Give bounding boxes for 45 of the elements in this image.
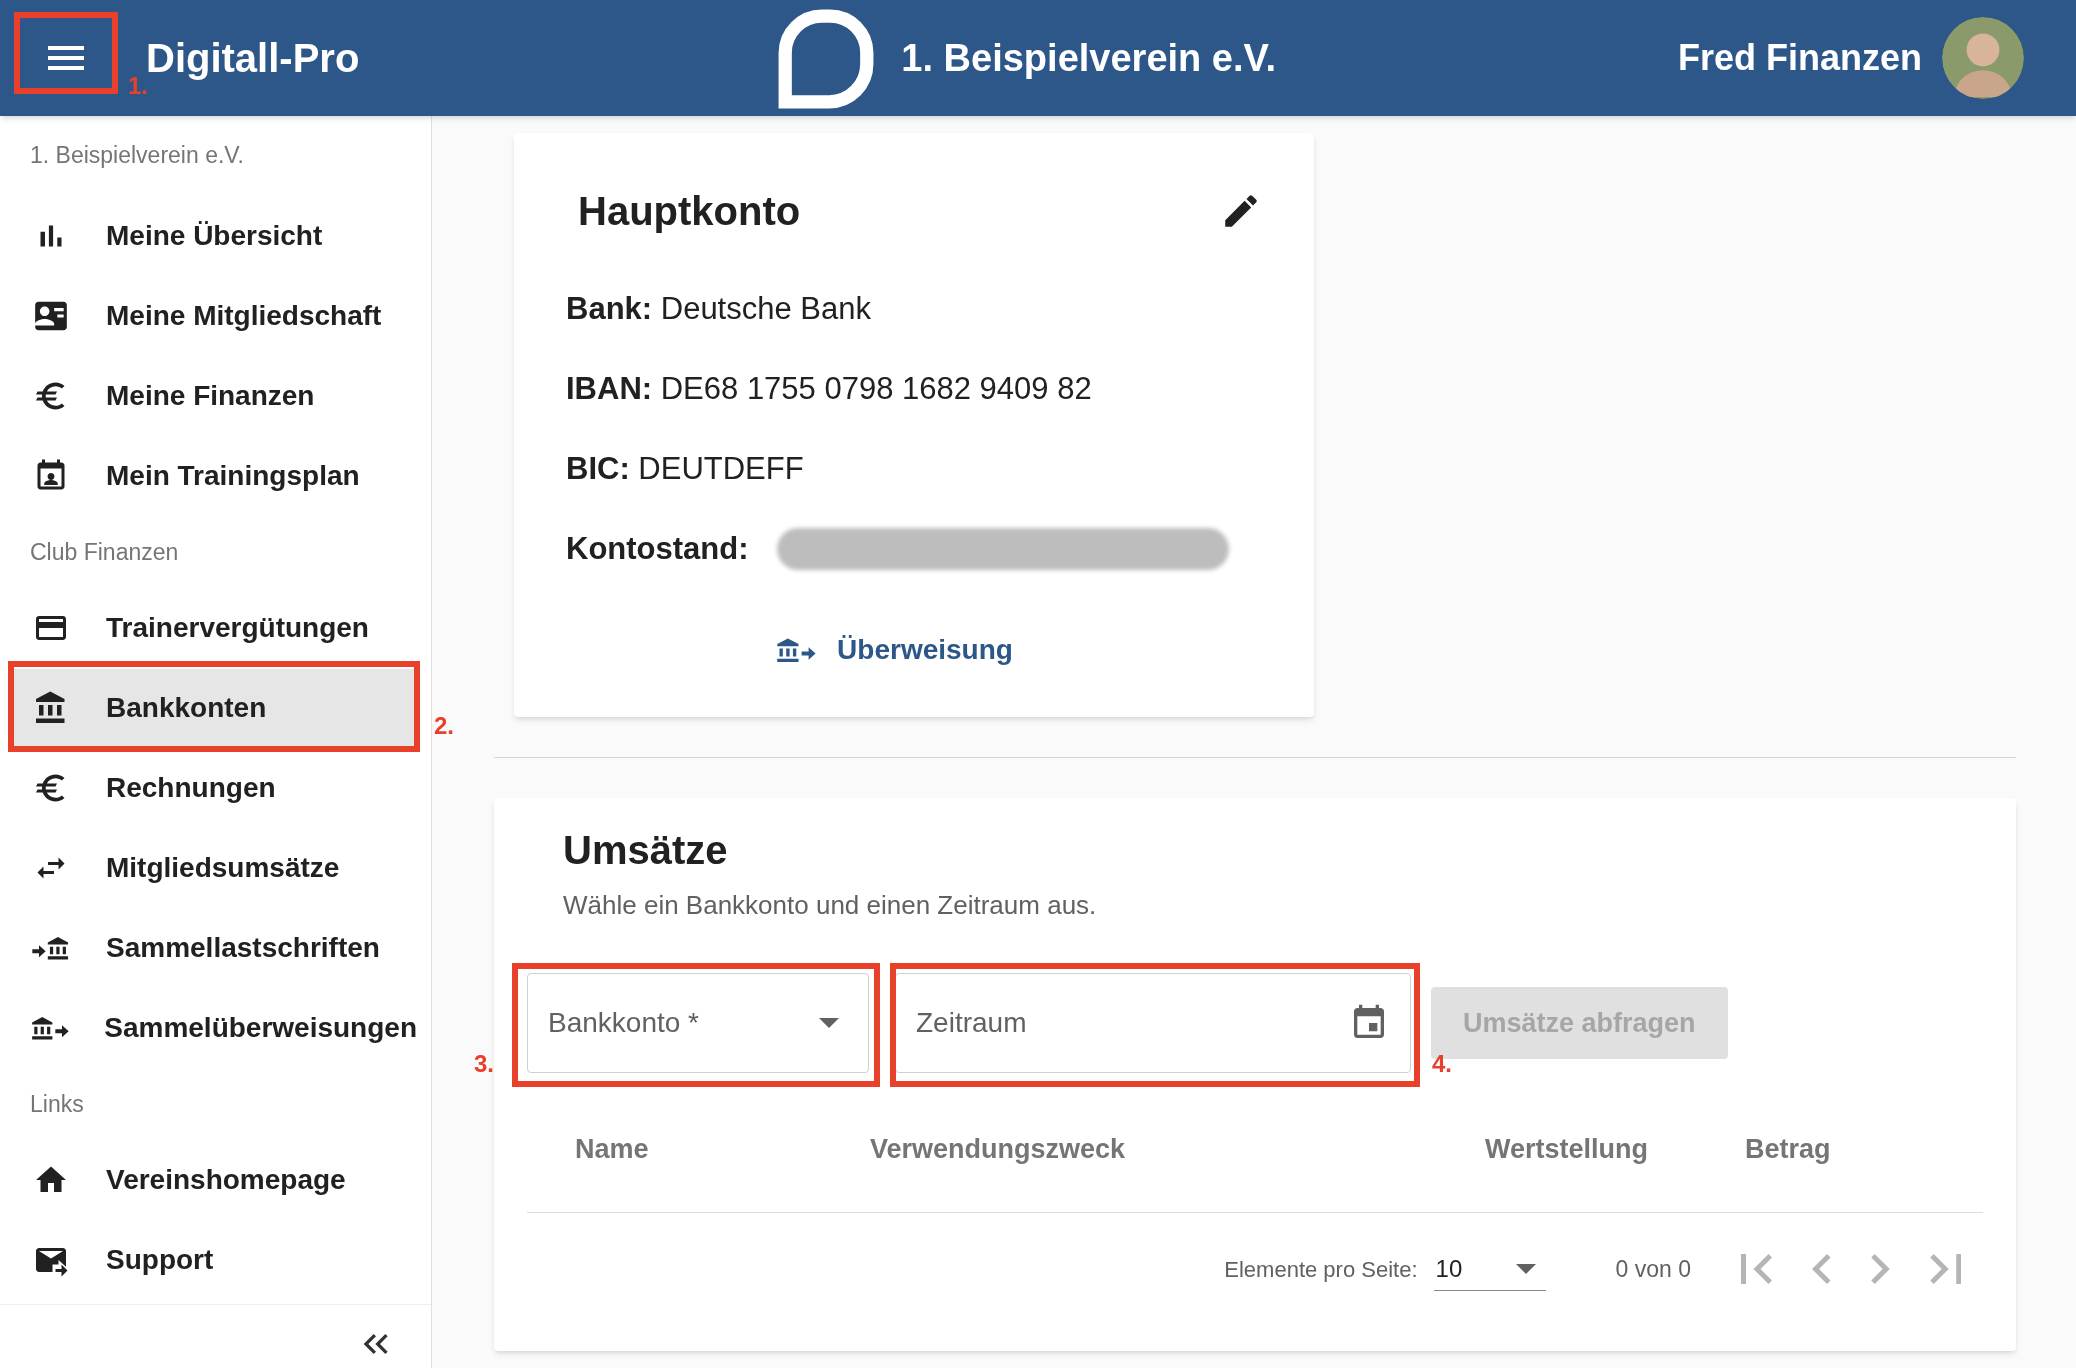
app-name: Digitall-Pro (146, 35, 360, 80)
sidebar-item[interactable]: Sammellastschriften (14, 909, 417, 987)
sidebar-item[interactable]: Meine Mitgliedschaft (14, 277, 417, 355)
club-name: 1. Beispielverein e.V. (901, 35, 1276, 81)
column-header: Betrag (1745, 1134, 1831, 1165)
previous-page-icon[interactable] (1812, 1254, 1831, 1284)
balance-label: Kontostand: (566, 529, 749, 568)
card-title: Hauptkonto (578, 188, 801, 235)
sidebar-item[interactable]: Vereinshomepage (14, 1141, 417, 1219)
date-range-field[interactable]: Zeitraum (895, 973, 1411, 1073)
sidebar-item[interactable]: Mitgliedsumsätze (14, 829, 417, 907)
next-page-icon[interactable] (1871, 1254, 1890, 1284)
column-header: Wertstellung (1485, 1134, 1648, 1165)
sidebar-item[interactable]: Support (14, 1221, 417, 1299)
card-subtitle: Wähle ein Bankkonto und einen Zeitraum aus. (563, 889, 1098, 922)
sidebar-item[interactable]: Sammelüberweisungen (14, 989, 417, 1067)
sidebar-item[interactable]: Rechnungen (14, 749, 417, 827)
page-size-select[interactable]: 10 (1433, 1247, 1546, 1291)
transfer-link[interactable]: Überweisung (775, 629, 1053, 671)
column-header: Verwendungszweck (870, 1134, 1126, 1165)
card-title: Umsätze (563, 827, 729, 874)
last-page-icon[interactable] (1929, 1254, 1961, 1284)
dropdown-caret-icon (1515, 1263, 1536, 1274)
first-page-icon[interactable] (1741, 1254, 1773, 1284)
sidebar-item[interactable]: Trainervergütungen (14, 589, 417, 667)
page-size-label: Elemente pro Seite: (1224, 1255, 1418, 1284)
account-detail: BIC: DEUTDEFF (566, 449, 805, 488)
step-number: 1. (128, 71, 148, 101)
column-header: Name (575, 1134, 649, 1165)
range-label: 0 von 0 (1615, 1254, 1691, 1284)
dropdown-caret-icon (819, 1018, 839, 1028)
avatar[interactable] (1942, 17, 2024, 99)
sidebar-item[interactable]: Meine Übersicht (14, 197, 417, 275)
section-heading: Club Finanzen (29, 537, 180, 567)
sidebar-item[interactable]: Bankkonten (14, 669, 417, 747)
section-heading: 1. Beispielverein e.V. (29, 141, 245, 170)
step-number: 2. (434, 711, 454, 741)
section-heading: Links (29, 1089, 85, 1119)
user-name: Fred Finanzen (1677, 36, 1922, 80)
bank-account-select[interactable]: Bankkonto * (527, 973, 869, 1073)
step-number: 3. (474, 1049, 494, 1079)
account-detail: Bank: Deutsche Bank (566, 289, 872, 328)
account-detail: IBAN: DE68 1755 0798 1682 9409 82 (566, 369, 1093, 408)
sidebar-item[interactable]: Meine Finanzen (14, 357, 417, 435)
sidebar-item[interactable]: Mein Trainingsplan (14, 437, 417, 515)
